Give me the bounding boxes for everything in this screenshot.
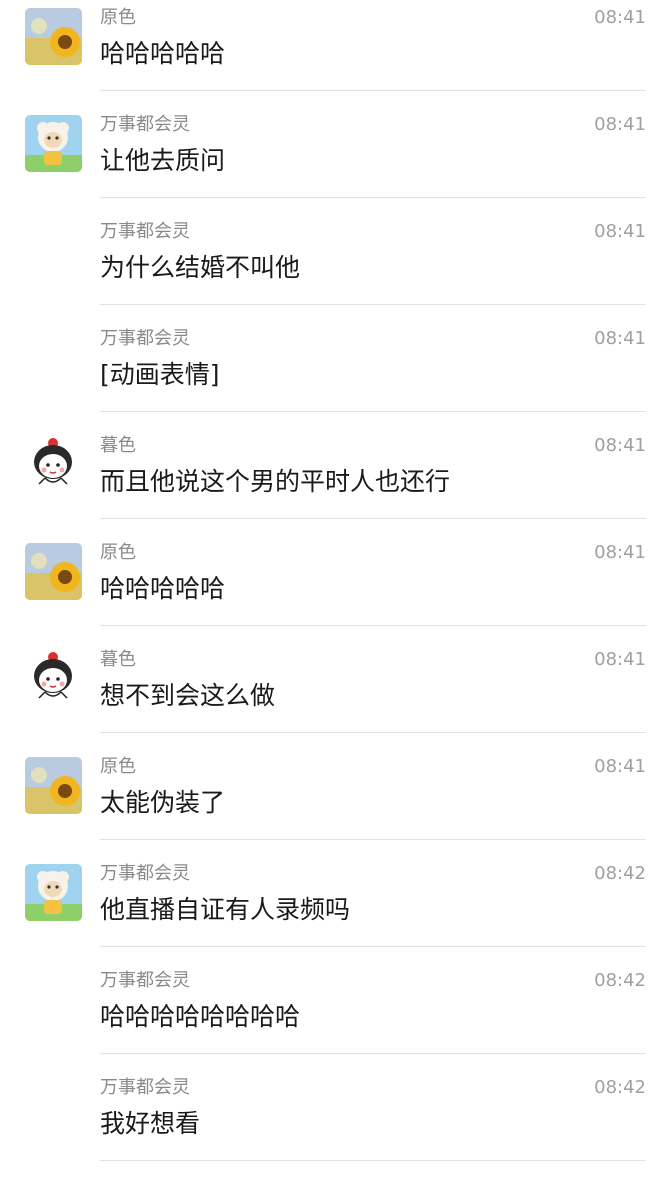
divider xyxy=(100,625,646,626)
message-item[interactable]: 原色 08:41 太能伪装了 xyxy=(0,749,672,856)
message-text: [动画表情] xyxy=(100,360,220,389)
sunflower-avatar[interactable] xyxy=(25,543,82,600)
message-text: 为什么结婚不叫他 xyxy=(100,253,301,282)
message-time: 08:41 xyxy=(594,7,646,28)
divider xyxy=(100,1053,646,1054)
message-item[interactable]: 万事都会灵 08:41 [动画表情] xyxy=(0,321,672,428)
sender-name: 原色 xyxy=(100,756,136,777)
divider xyxy=(100,839,646,840)
divider xyxy=(100,197,646,198)
sender-name: 万事都会灵 xyxy=(100,114,190,135)
message-item[interactable]: 万事都会灵 08:42 哈哈哈哈哈哈哈哈 xyxy=(0,963,672,1070)
sender-name: 万事都会灵 xyxy=(100,328,190,349)
message-item[interactable]: 万事都会灵 08:41 为什么结婚不叫他 xyxy=(0,214,672,321)
message-item[interactable]: 万事都会灵 08:42 他直播自证有人录频吗 xyxy=(0,856,672,963)
message-time: 08:41 xyxy=(594,114,646,135)
sunflower-avatar[interactable] xyxy=(25,757,82,814)
divider xyxy=(100,732,646,733)
message-item[interactable]: 原色 08:41 哈哈哈哈哈 xyxy=(0,0,672,107)
divider xyxy=(100,304,646,305)
message-item[interactable]: 万事都会灵 08:42 我好想看 xyxy=(0,1070,672,1177)
message-text: 想不到会这么做 xyxy=(100,681,276,710)
message-item[interactable]: 原色 08:41 哈哈哈哈哈 xyxy=(0,535,672,642)
message-item[interactable]: 暮色 08:41 而且他说这个男的平时人也还行 xyxy=(0,428,672,535)
sunflower-avatar[interactable] xyxy=(25,8,82,65)
message-time: 08:41 xyxy=(594,435,646,456)
cartoon-girl-avatar[interactable] xyxy=(25,650,82,707)
message-text: 他直播自证有人录频吗 xyxy=(100,895,351,924)
sheep-avatar[interactable] xyxy=(25,115,82,172)
message-time: 08:41 xyxy=(594,756,646,777)
sender-name: 万事都会灵 xyxy=(100,1077,190,1098)
divider xyxy=(100,946,646,947)
cartoon-girl-avatar[interactable] xyxy=(25,436,82,493)
message-item[interactable]: 暮色 08:41 想不到会这么做 xyxy=(0,642,672,749)
message-text: 哈哈哈哈哈哈哈哈 xyxy=(100,1002,301,1031)
message-text: 哈哈哈哈哈 xyxy=(100,39,226,68)
message-time: 08:41 xyxy=(594,221,646,242)
sender-name: 万事都会灵 xyxy=(100,221,190,242)
message-text: 我好想看 xyxy=(100,1109,201,1138)
sender-name: 万事都会灵 xyxy=(100,970,190,991)
chat-message-list[interactable]: 原色 08:41 哈哈哈哈哈 万事都会灵 08:41 让他去质问 万事都会灵 0… xyxy=(0,0,672,1172)
sender-name: 原色 xyxy=(100,7,136,28)
sender-name: 暮色 xyxy=(100,435,136,456)
message-time: 08:42 xyxy=(594,970,646,991)
message-text: 哈哈哈哈哈 xyxy=(100,574,226,603)
divider xyxy=(100,90,646,91)
divider xyxy=(100,1160,646,1161)
message-time: 08:41 xyxy=(594,542,646,563)
message-text: 太能伪装了 xyxy=(100,788,226,817)
message-text: 而且他说这个男的平时人也还行 xyxy=(100,467,451,496)
message-time: 08:42 xyxy=(594,1077,646,1098)
message-time: 08:41 xyxy=(594,328,646,349)
sender-name: 原色 xyxy=(100,542,136,563)
message-time: 08:42 xyxy=(594,863,646,884)
message-time: 08:41 xyxy=(594,649,646,670)
sender-name: 暮色 xyxy=(100,649,136,670)
divider xyxy=(100,411,646,412)
divider xyxy=(100,518,646,519)
sheep-avatar[interactable] xyxy=(25,864,82,921)
message-text: 让他去质问 xyxy=(100,146,226,175)
message-item[interactable]: 万事都会灵 08:41 让他去质问 xyxy=(0,107,672,214)
sender-name: 万事都会灵 xyxy=(100,863,190,884)
